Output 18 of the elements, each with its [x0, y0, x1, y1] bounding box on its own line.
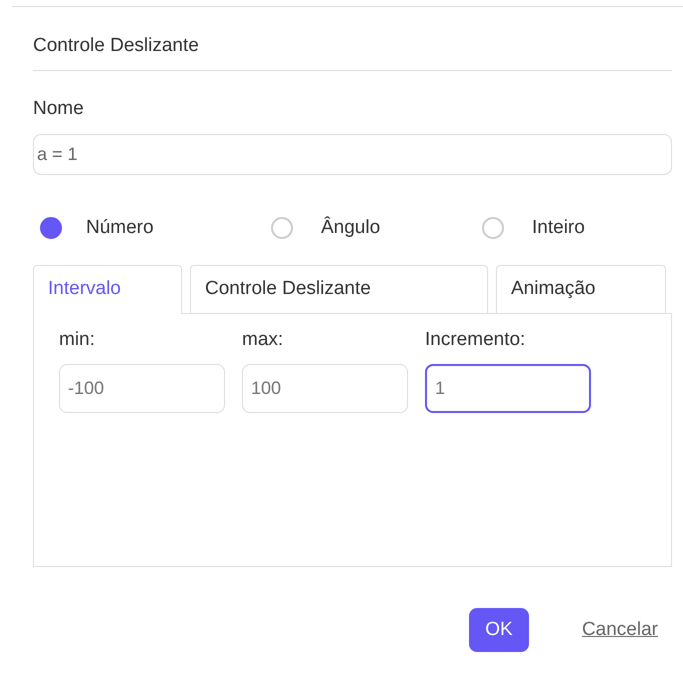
- field-label: Nome: [33, 97, 85, 121]
- dialog-title: Controle Deslizante: [33, 34, 200, 58]
- radio-label: Ângulo: [321, 217, 380, 239]
- radio-button[interactable]: [40, 217, 62, 239]
- ok-button[interactable]: OK: [468, 608, 529, 652]
- input-field[interactable]: -100: [59, 364, 225, 413]
- radio-label: Inteiro: [532, 217, 585, 239]
- cancel-link[interactable]: Cancelar: [582, 619, 658, 641]
- tab[interactable]: Controle Deslizante: [190, 265, 488, 313]
- field-label: min:: [59, 328, 96, 352]
- field-label: max:: [242, 328, 284, 352]
- radio-label: Número: [86, 217, 154, 239]
- tab[interactable]: Intervalo: [33, 265, 182, 314]
- field-label: Incremento:: [425, 328, 526, 352]
- name-field[interactable]: a = 1: [33, 134, 672, 175]
- input-field[interactable]: 1: [425, 364, 591, 413]
- input-field[interactable]: 100: [242, 364, 408, 413]
- tab[interactable]: Animação: [496, 265, 666, 313]
